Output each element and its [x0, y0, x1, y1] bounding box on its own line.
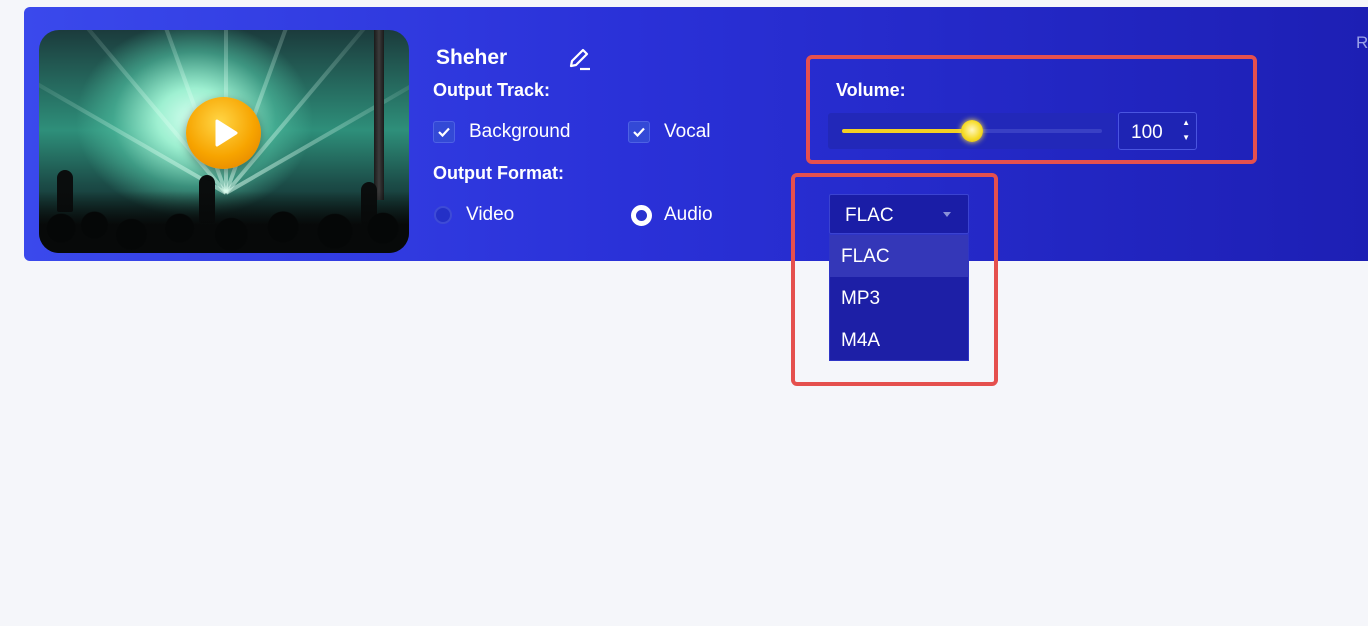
play-button[interactable] [186, 97, 261, 169]
vocal-checkbox[interactable] [628, 121, 650, 143]
media-title: Sheher [436, 46, 508, 69]
volume-number-input[interactable]: 100 ▲ ▼ [1118, 112, 1197, 150]
check-icon [633, 127, 645, 138]
audio-radio[interactable] [631, 205, 652, 226]
volume-value: 100 [1131, 122, 1163, 143]
volume-label: Volume: [836, 80, 906, 100]
edit-title-button[interactable] [566, 46, 592, 72]
volume-slider-handle[interactable] [961, 120, 983, 142]
format-option-m4a[interactable]: M4A [830, 319, 968, 361]
format-dropdown-menu: FLAC MP3 M4A [829, 234, 969, 361]
video-option-label[interactable]: Video [466, 204, 514, 226]
vocal-option-label[interactable]: Vocal [664, 121, 710, 143]
output-format-label: Output Format: [433, 163, 564, 183]
clipped-label: R [1356, 33, 1368, 52]
format-select[interactable]: FLAC [829, 194, 969, 234]
background-checkbox[interactable] [433, 121, 455, 143]
edit-icon [569, 48, 590, 71]
format-option-flac[interactable]: FLAC [830, 235, 968, 277]
background-option-label[interactable]: Background [469, 121, 570, 143]
play-icon [215, 119, 238, 147]
video-radio[interactable] [434, 206, 452, 224]
spin-down-icon[interactable]: ▼ [1182, 134, 1190, 142]
format-select-value: FLAC [845, 205, 894, 226]
caret-down-icon [943, 212, 951, 217]
check-icon [438, 127, 450, 138]
audio-option-label[interactable]: Audio [664, 204, 713, 226]
spin-up-icon[interactable]: ▲ [1182, 119, 1190, 127]
volume-slider-fill [842, 129, 972, 133]
format-option-mp3[interactable]: MP3 [830, 277, 968, 319]
output-track-label: Output Track: [433, 80, 551, 100]
